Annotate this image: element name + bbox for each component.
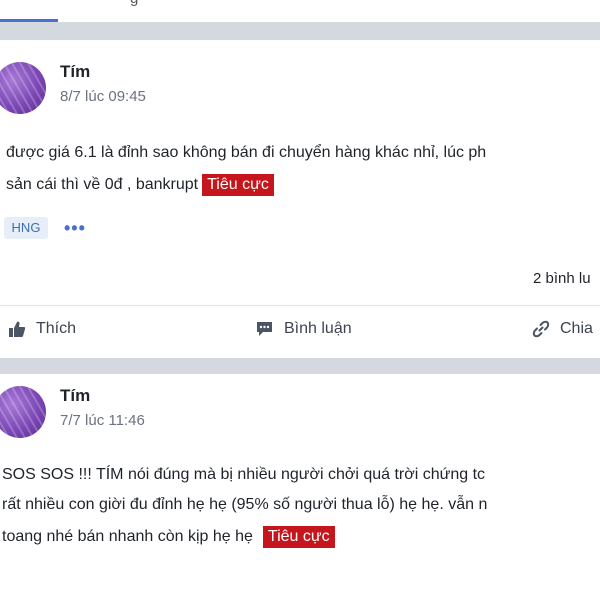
active-tab-indicator [0,19,58,22]
like-label: Thích [36,320,77,337]
comment-button[interactable]: Bình luận [255,320,352,338]
post-text: sản cái thì về 0đ , bankrupt [6,176,199,193]
comment-count[interactable]: 2 bình lu [533,270,591,287]
feed-separator [0,23,600,40]
post-text: toang nhé bán nhanh còn kịp hẹ hẹ [2,528,253,545]
avatar[interactable] [0,62,46,114]
top-nav-strip: g [0,0,600,23]
post-text-line: SOS SOS !!! TÍM nói đúng mà bị nhiều ngư… [2,466,486,483]
share-label: Chia [560,320,593,337]
feed-separator [0,358,600,374]
author-name[interactable]: Tím [60,386,90,406]
post-text-line: toang nhé bán nhanh còn kịp hẹ hẹ Tiêu cự… [2,526,335,548]
post-timestamp[interactable]: 8/7 lúc 09:45 [60,88,146,105]
author-name[interactable]: Tím [60,62,90,82]
post-card: Tím 8/7 lúc 09:45 được giá 6.1 là đỉnh s… [0,40,600,358]
comment-icon [257,322,272,336]
post-text-line: được giá 6.1 là đỉnh sao không bán đi ch… [6,144,487,161]
post-timestamp[interactable]: 7/7 lúc 11:46 [60,412,145,429]
sentiment-badge: Tiêu cực [262,526,335,548]
like-button[interactable]: Thích [8,320,76,338]
comment-label: Bình luận [284,320,352,337]
post-text-line: rất nhiều con giời đu đỉnh hẹ hẹ (95% số… [2,496,488,513]
more-options-icon[interactable]: ••• [64,218,86,239]
link-icon [532,320,550,338]
post-text-line: sản cái thì về 0đ , bankrupt Tiêu cực [6,174,274,196]
post-card: Tím 7/7 lúc 11:46 SOS SOS !!! TÍM nói đú… [0,374,600,600]
share-button[interactable]: Chia [532,320,593,338]
nav-crumb: g [130,0,138,7]
ticker-chip[interactable]: HNG [4,217,48,239]
divider [0,305,600,306]
sentiment-badge: Tiêu cực [202,174,274,196]
thumbs-up-icon [9,321,26,337]
avatar[interactable] [0,386,46,438]
